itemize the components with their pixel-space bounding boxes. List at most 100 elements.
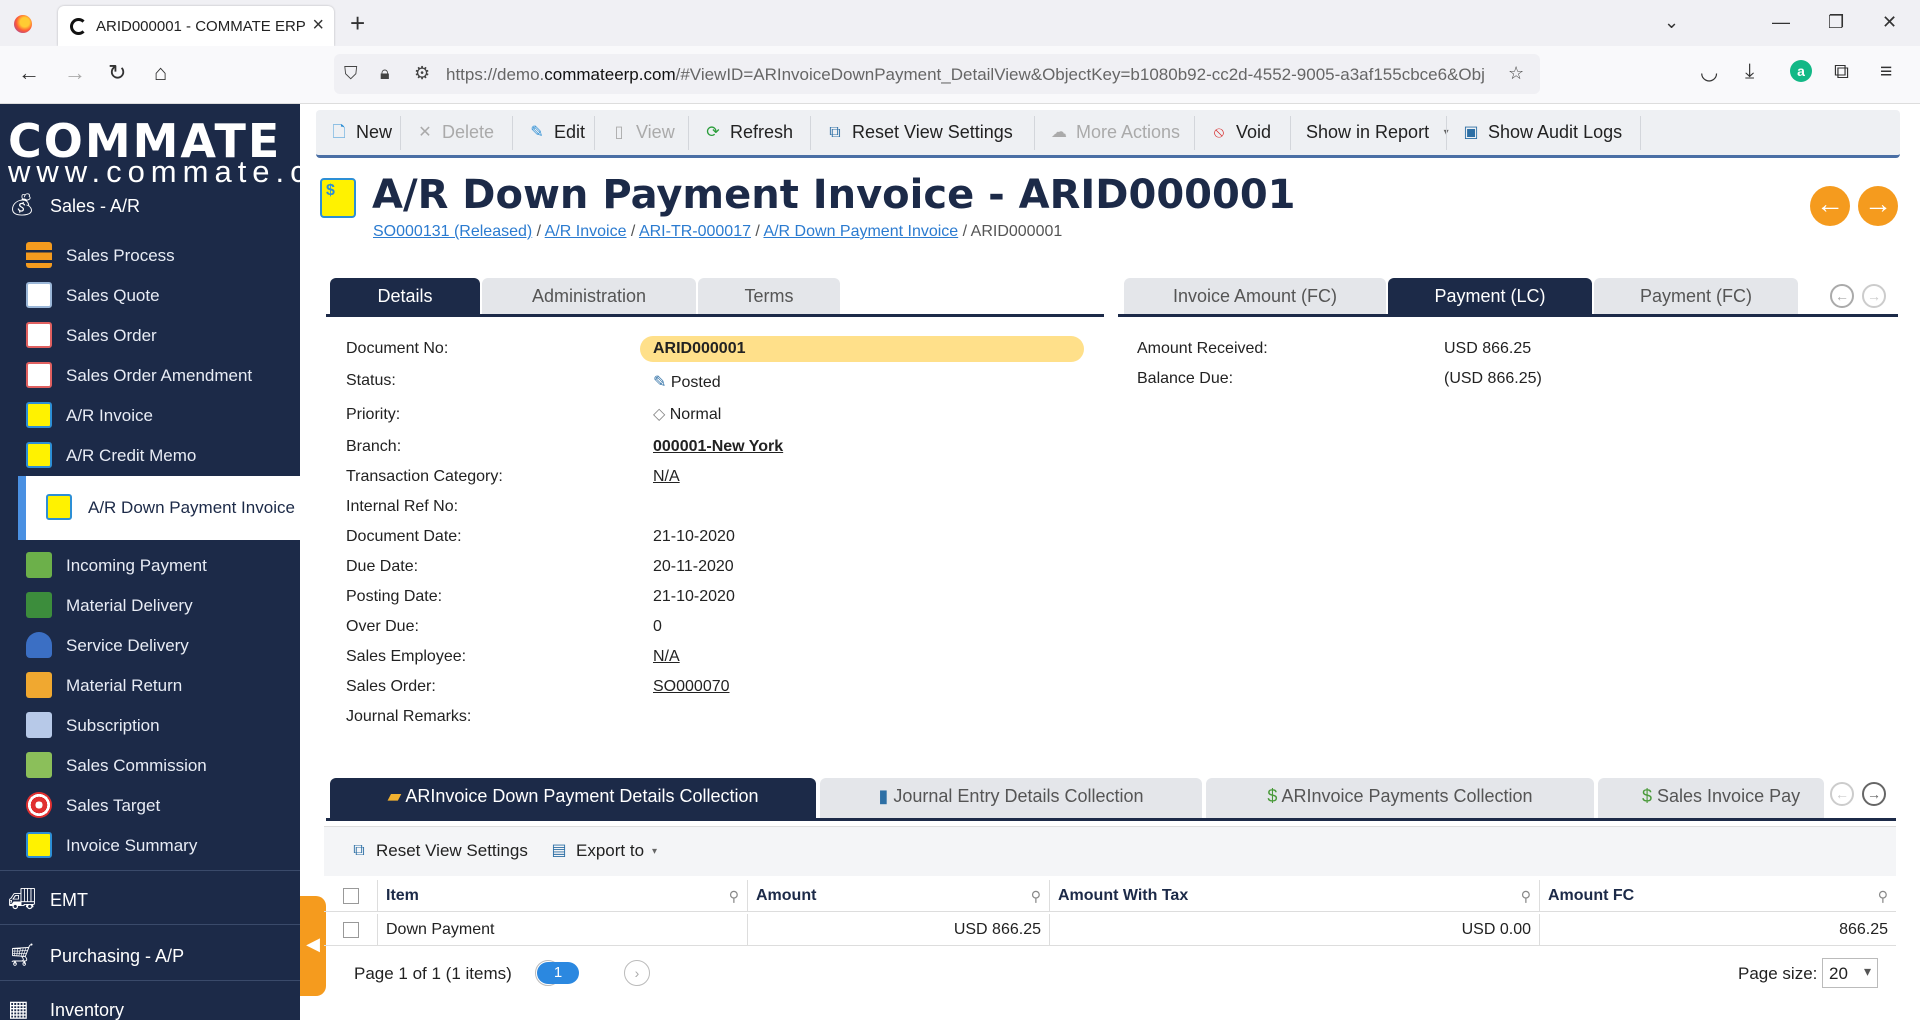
select-all-checkbox-cell[interactable] (324, 880, 378, 912)
cell-amount-with-tax[interactable]: USD 0.00 (1050, 914, 1540, 946)
row-checkbox[interactable] (342, 921, 359, 938)
column-header-amount[interactable]: Amount ⚲ (748, 880, 1050, 912)
sidebar-group-purchasing[interactable]: 🛒︎ Purchasing - A/P (0, 934, 300, 978)
tab-details[interactable]: Details (330, 278, 480, 314)
row-checkbox-cell[interactable] (324, 914, 378, 946)
tab-payment-lc[interactable]: Payment (LC) (1388, 278, 1592, 314)
column-header-amount-with-tax[interactable]: Amount With Tax ⚲ (1050, 880, 1540, 912)
sales-order-link[interactable]: SO000070 (653, 678, 730, 696)
cell-amount[interactable]: USD 866.25 (748, 914, 1050, 946)
show-audit-logs-button[interactable]: ▣ Show Audit Logs (1454, 110, 1630, 155)
void-button[interactable]: ⦸ Void (1202, 110, 1279, 155)
tabs-scroll-right-icon[interactable]: → (1862, 284, 1886, 308)
filter-pin-icon[interactable]: ⚲ (1878, 880, 1888, 912)
filter-pin-icon[interactable]: ⚲ (1521, 880, 1531, 912)
tab-journal-entry-details[interactable]: ▮ Journal Entry Details Collection (820, 778, 1202, 818)
sidebar-item-sales-order[interactable]: Sales Order (0, 314, 300, 354)
breadcrumb-link-down-payment[interactable]: A/R Down Payment Invoice (763, 223, 958, 240)
sidebar-item-material-return[interactable]: Material Return (0, 664, 300, 704)
edit-button[interactable]: ✎ Edit (520, 110, 593, 155)
sidebar-item-subscription[interactable]: Subscription (0, 704, 300, 744)
collection-scroll-right-icon[interactable]: → (1862, 782, 1886, 806)
sidebar-item-ar-invoice[interactable]: A/R Invoice (0, 394, 300, 434)
sidebar-group-emt[interactable]: 🚚︎ EMT (0, 878, 300, 922)
minimize-icon[interactable]: — (1772, 12, 1790, 33)
tab-sales-invoice-payments[interactable]: $ Sales Invoice Pay (1598, 778, 1824, 818)
downloads-icon[interactable]: ⤓ (1745, 60, 1754, 84)
sidebar-item-incoming-payment[interactable]: Incoming Payment (0, 544, 300, 584)
tab-list-chevron-icon[interactable]: ⌄ (1664, 12, 1679, 33)
restore-icon[interactable]: ❐ (1828, 12, 1844, 33)
permissions-icon[interactable]: ⚙ (414, 63, 430, 84)
pager-next-icon[interactable]: › (624, 960, 650, 986)
url-bar[interactable]: ⛉ 🔒︎ ⚙ https://demo.commateerp.com/#View… (334, 54, 1540, 94)
firefox-icon[interactable] (14, 15, 32, 33)
breadcrumb-link-ari-tr[interactable]: ARI-TR-000017 (639, 223, 751, 240)
browser-tab[interactable]: ARID000001 - COMMATE ERP × (58, 6, 334, 46)
extension-avatar-icon[interactable]: a (1790, 60, 1812, 82)
sidebar-item-material-delivery[interactable]: Material Delivery (0, 584, 300, 624)
menu-icon[interactable]: ≡ (1880, 60, 1892, 84)
lock-icon[interactable]: 🔒︎ (380, 63, 390, 84)
reset-view-settings-button[interactable]: ⧉ Reset View Settings (818, 110, 1021, 155)
sidebar-item-sales-commission[interactable]: Sales Commission (0, 744, 300, 784)
export-to-button[interactable]: ▤ Export to ▾ (550, 841, 657, 861)
sidebar-group-inventory[interactable]: ▦ Inventory (0, 988, 300, 1020)
table-row[interactable]: Down Payment USD 866.25 USD 0.00 866.25 (324, 914, 1896, 946)
more-actions-button[interactable]: ☁ More Actions (1042, 110, 1188, 155)
sidebar-item-ar-down-payment-invoice[interactable]: A/R Down Payment Invoice (18, 476, 300, 540)
sidebar-item-sales-order-amendment[interactable]: Sales Order Amendment (0, 354, 300, 394)
sidebar-item-sales-process[interactable]: Sales Process (0, 234, 300, 274)
tab-administration[interactable]: Administration (482, 278, 696, 314)
grid-reset-view-button[interactable]: ⧉ Reset View Settings (350, 841, 528, 861)
sidebar-item-sales-target[interactable]: Sales Target (0, 784, 300, 824)
branch-link[interactable]: 000001-New York (653, 438, 783, 456)
tab-ar-down-payment-details[interactable]: ▰ ARInvoice Down Payment Details Collect… (330, 778, 816, 818)
close-tab-icon[interactable]: × (312, 14, 324, 37)
collection-scroll-left-icon[interactable]: ← (1830, 782, 1854, 806)
filter-pin-icon[interactable]: ⚲ (729, 880, 739, 912)
url-text[interactable]: https://demo.commateerp.com/#ViewID=ARIn… (446, 65, 1506, 85)
sidebar-item-invoice-summary[interactable]: Invoice Summary (0, 824, 300, 864)
filter-pin-icon[interactable]: ⚲ (1031, 880, 1041, 912)
transaction-category-link[interactable]: N/A (653, 468, 680, 486)
home-icon[interactable]: ⌂ (154, 60, 167, 86)
close-window-icon[interactable]: ✕ (1882, 12, 1897, 33)
sidebar-item-sales-quote[interactable]: Sales Quote (0, 274, 300, 314)
delete-button[interactable]: ✕ Delete (408, 110, 502, 155)
column-header-amount-fc[interactable]: Amount FC ⚲ (1540, 880, 1896, 912)
tab-ar-invoice-payments[interactable]: $ ARInvoice Payments Collection (1206, 778, 1594, 818)
sidebar-item-service-delivery[interactable]: Service Delivery (0, 624, 300, 664)
cell-item[interactable]: Down Payment (378, 914, 748, 946)
bookmark-star-icon[interactable]: ☆ (1508, 63, 1524, 84)
column-header-item[interactable]: Item ⚲ (378, 880, 748, 912)
new-tab-icon[interactable]: + (350, 8, 365, 39)
tab-invoice-amount-fc[interactable]: Invoice Amount (FC) (1124, 278, 1386, 314)
sidebar-item-ar-credit-memo[interactable]: A/R Credit Memo (0, 434, 300, 474)
breadcrumb-link-sales-order[interactable]: SO000131 (Released) (373, 223, 532, 240)
forward-icon[interactable]: → (64, 60, 86, 86)
select-all-checkbox[interactable] (342, 887, 359, 904)
previous-record-arrow-icon[interactable]: ← (1810, 186, 1850, 226)
breadcrumb-link-ar-invoice[interactable]: A/R Invoice (545, 223, 627, 240)
refresh-button[interactable]: ⟳ Refresh (696, 110, 801, 155)
reload-icon[interactable]: ↻ (108, 60, 126, 86)
show-in-report-button[interactable]: Show in Report▾ (1298, 110, 1463, 155)
view-button[interactable]: ▯ View (602, 110, 683, 155)
pocket-icon[interactable]: ◡ (1700, 60, 1718, 85)
next-record-arrow-icon[interactable]: → (1858, 186, 1898, 226)
new-button[interactable]: 🗋︎ New (322, 110, 400, 155)
shield-icon[interactable]: ⛉ (344, 63, 358, 84)
sidebar-collapse-handle[interactable]: ◀ (300, 896, 326, 996)
sidebar-group-sales[interactable]: 💰︎ Sales - A/R (0, 184, 300, 228)
cell-amount-fc[interactable]: 866.25 (1540, 914, 1896, 946)
tab-payment-fc[interactable]: Payment (FC) (1594, 278, 1798, 314)
back-icon[interactable]: ← (18, 60, 40, 86)
sales-employee-link[interactable]: N/A (653, 648, 680, 666)
page-size-select[interactable]: 20 (1822, 958, 1878, 988)
extensions-puzzle-icon[interactable]: ⧉ (1834, 60, 1849, 84)
tabs-scroll-left-icon[interactable]: ← (1830, 284, 1854, 308)
document-no-field[interactable]: ARID000001 (640, 336, 1084, 362)
tab-terms[interactable]: Terms (698, 278, 840, 314)
pager-page-1[interactable]: 1 (537, 962, 579, 984)
